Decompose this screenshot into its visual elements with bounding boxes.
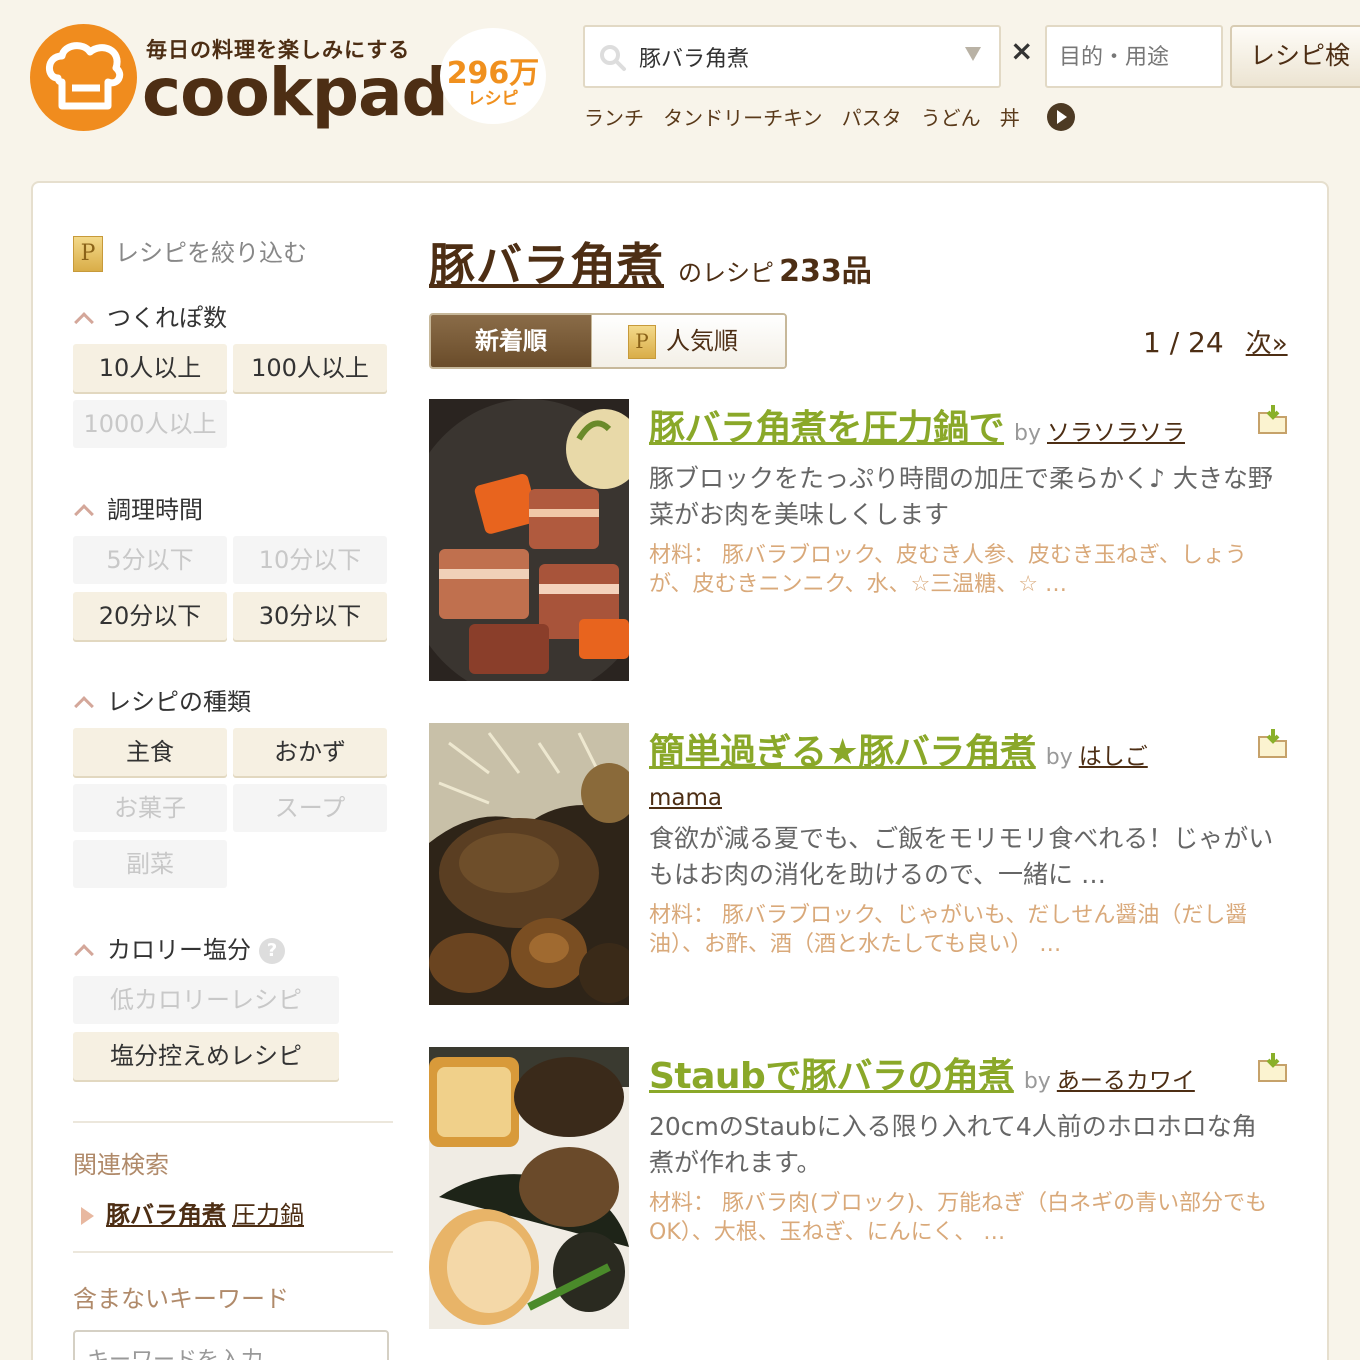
results-count: 233品 bbox=[779, 254, 872, 289]
bullet-triangle-icon bbox=[81, 1207, 94, 1225]
related-link-keyword[interactable]: 豚バラ角煮 bbox=[106, 1201, 226, 1229]
facet-heading-calorie-salt[interactable]: カロリー塩分? bbox=[74, 930, 285, 965]
facet-heading-text: つくれぽ数 bbox=[107, 304, 227, 332]
sort-tabs: 新着順 P 人気順 bbox=[429, 313, 787, 369]
filter-low-calorie: 低カロリーレシピ bbox=[73, 976, 339, 1024]
search-box bbox=[583, 25, 1001, 88]
sidebar-divider bbox=[73, 1251, 393, 1253]
recipe-photo[interactable] bbox=[429, 1047, 629, 1329]
collapse-caret-icon bbox=[74, 312, 94, 332]
filter-type-side-dish: 副菜 bbox=[73, 840, 227, 888]
popular-keyword[interactable]: うどん bbox=[921, 106, 981, 130]
recipe-author[interactable]: あーるカワイ bbox=[1057, 1068, 1195, 1094]
tab-popular[interactable]: P 人気順 bbox=[591, 315, 785, 367]
recipe-body: 豚バラ角煮を圧力鍋で by ソラソラソラ 豚ブロックをたっぷり時間の加圧で柔らかく♪… bbox=[649, 399, 1279, 599]
recipe-description: 食欲が減る夏でも、ご飯をモリモリ食べれる！じゃがいもはお肉の消化を助けるので、一… bbox=[649, 824, 1274, 889]
filter-time-20[interactable]: 20分以下 bbox=[73, 592, 227, 640]
recipe-author[interactable]: ソラソラソラ bbox=[1047, 420, 1185, 446]
filter-time-10: 10分以下 bbox=[233, 536, 387, 584]
facet-heading-tsukurepo[interactable]: つくれぽ数 bbox=[74, 298, 227, 333]
related-search-heading: 関連検索 bbox=[73, 1151, 169, 1179]
results-suffix: のレシピ bbox=[678, 259, 774, 287]
exclude-keyword-input[interactable] bbox=[73, 1330, 389, 1360]
popular-keyword[interactable]: パスタ bbox=[842, 106, 902, 130]
premium-p-icon: P bbox=[628, 325, 656, 359]
related-link-extra[interactable]: 圧力鍋 bbox=[232, 1201, 304, 1229]
recipe-count-label: レシピ bbox=[467, 89, 519, 109]
brand-name: cookpad bbox=[142, 54, 449, 131]
filter-tsukurepo-100[interactable]: 100人以上 bbox=[233, 344, 387, 392]
filter-tsukurepo-1000: 1000人以上 bbox=[73, 400, 227, 448]
purpose-box bbox=[1045, 25, 1223, 88]
recipe-search-button[interactable]: レシピ検 bbox=[1230, 25, 1360, 88]
popular-keyword[interactable]: 丼 bbox=[1000, 106, 1020, 130]
recipe-title[interactable]: Staubで豚バラの角煮 bbox=[649, 1056, 1014, 1097]
recipe-ingredients: 材料： 豚バラブロック、皮むき人参、皮むき玉ねぎ、しょうが、皮むきニンニク、水、… bbox=[649, 543, 1247, 597]
recipe-author-continued[interactable]: mama bbox=[649, 785, 722, 811]
recipe-description: 豚ブロックをたっぷり時間の加圧で柔らかく♪ 大きな野菜がお肉を美味しくします bbox=[649, 464, 1273, 529]
save-recipe-folder-icon[interactable] bbox=[1257, 727, 1289, 763]
facet-heading-text: 調理時間 bbox=[107, 496, 203, 524]
recipe-count-bubble: 296万 レシピ bbox=[440, 28, 546, 124]
popular-keywords: ランチ タンドリーチキン パスタ うどん 丼 bbox=[584, 102, 1075, 132]
results-keyword[interactable]: 豚バラ角煮 bbox=[429, 238, 664, 292]
search-input[interactable] bbox=[639, 40, 939, 74]
tab-newest[interactable]: 新着順 bbox=[431, 315, 591, 367]
facet-heading-text: レシピの種類 bbox=[107, 688, 251, 716]
filter-type-sweets: お菓子 bbox=[73, 784, 227, 832]
recipe-by-label: by bbox=[1014, 421, 1041, 446]
filter-type-soup: スープ bbox=[233, 784, 387, 832]
chef-hat-logo-icon bbox=[30, 24, 137, 131]
recipe-body: 簡単過ぎる★豚バラ角煮 by はしご mama 食欲が減る夏でも、ご飯をモリモリ食べ… bbox=[649, 723, 1279, 959]
recipe-by-label: by bbox=[1045, 745, 1073, 770]
sidebar-title: P レシピを絞り込む bbox=[73, 233, 307, 272]
tab-popular-label: 人気順 bbox=[666, 327, 738, 355]
recipe-title[interactable]: 豚バラ角煮を圧力鍋で bbox=[649, 408, 1005, 449]
sidebar-divider bbox=[73, 1121, 393, 1123]
collapse-caret-icon bbox=[74, 504, 94, 524]
popular-keyword[interactable]: ランチ bbox=[584, 106, 644, 130]
main-panel: P レシピを絞り込む つくれぽ数 10人以上 100人以上 1000人以上 調理時… bbox=[31, 181, 1329, 1360]
recipe-description: 20cmのStaubに入る限り入れて4人前のホロホロな角煮が作れます。 bbox=[649, 1112, 1257, 1177]
collapse-caret-icon bbox=[74, 696, 94, 716]
recipe-ingredients: 材料： 豚バラブロック、じゃがいも、だしせん醤油（だし醤油）、お酢、酒（酒と水た… bbox=[649, 903, 1248, 957]
search-history-dropdown-icon[interactable] bbox=[965, 47, 981, 61]
recipe-photo[interactable] bbox=[429, 399, 629, 681]
filter-time-5: 5分以下 bbox=[73, 536, 227, 584]
filter-time-30[interactable]: 30分以下 bbox=[233, 592, 387, 640]
related-search-link[interactable]: 豚バラ角煮 圧力鍋 bbox=[81, 1195, 304, 1230]
pagination: 1 / 24 次» bbox=[1143, 323, 1288, 360]
facet-heading-text: カロリー塩分 bbox=[107, 936, 251, 964]
collapse-caret-icon bbox=[74, 944, 94, 964]
save-recipe-folder-icon[interactable] bbox=[1257, 1051, 1289, 1087]
filter-tsukurepo-10[interactable]: 10人以上 bbox=[73, 344, 227, 392]
recipe-title[interactable]: 簡単過ぎる★豚バラ角煮 bbox=[649, 732, 1036, 773]
facet-heading-recipe-type[interactable]: レシピの種類 bbox=[74, 682, 251, 717]
recipe-ingredients: 材料： 豚バラ肉(ブロック)、万能ねぎ（白ネギの青い部分でもOK）、大根、玉ねぎ… bbox=[649, 1191, 1268, 1245]
help-icon[interactable]: ? bbox=[259, 938, 285, 964]
filter-type-main[interactable]: 主食 bbox=[73, 728, 227, 776]
next-page-link[interactable]: 次» bbox=[1246, 329, 1288, 359]
premium-p-icon: P bbox=[73, 236, 103, 272]
popular-keyword[interactable]: タンドリーチキン bbox=[663, 106, 822, 130]
filter-type-side[interactable]: おかず bbox=[233, 728, 387, 776]
recipe-by-label: by bbox=[1023, 1069, 1051, 1094]
purpose-input[interactable] bbox=[1059, 40, 1209, 74]
page-indicator: 1 / 24 bbox=[1143, 326, 1224, 359]
search-icon bbox=[599, 44, 627, 76]
recipe-body: Staubで豚バラの角煮 by あーるカワイ 20cmのStaubに入る限り入れて4… bbox=[649, 1047, 1279, 1247]
recipe-photo[interactable] bbox=[429, 723, 629, 1005]
facet-heading-cook-time[interactable]: 調理時間 bbox=[74, 490, 203, 525]
results-title: 豚バラ角煮 のレシピ 233品 bbox=[429, 229, 872, 295]
cookpad-logo[interactable]: 毎日の料理を楽しみにする cookpad 296万 レシピ bbox=[30, 24, 550, 134]
clear-search-icon[interactable]: × bbox=[1010, 34, 1033, 67]
save-recipe-folder-icon[interactable] bbox=[1257, 403, 1289, 439]
filter-low-salt[interactable]: 塩分控えめレシピ bbox=[73, 1032, 339, 1080]
sidebar-title-text: レシピを絞り込む bbox=[115, 239, 307, 267]
exclude-keyword-heading: 含まないキーワード bbox=[73, 1285, 289, 1313]
more-keywords-arrow-icon[interactable] bbox=[1046, 102, 1075, 131]
recipe-author[interactable]: はしご bbox=[1079, 744, 1148, 770]
